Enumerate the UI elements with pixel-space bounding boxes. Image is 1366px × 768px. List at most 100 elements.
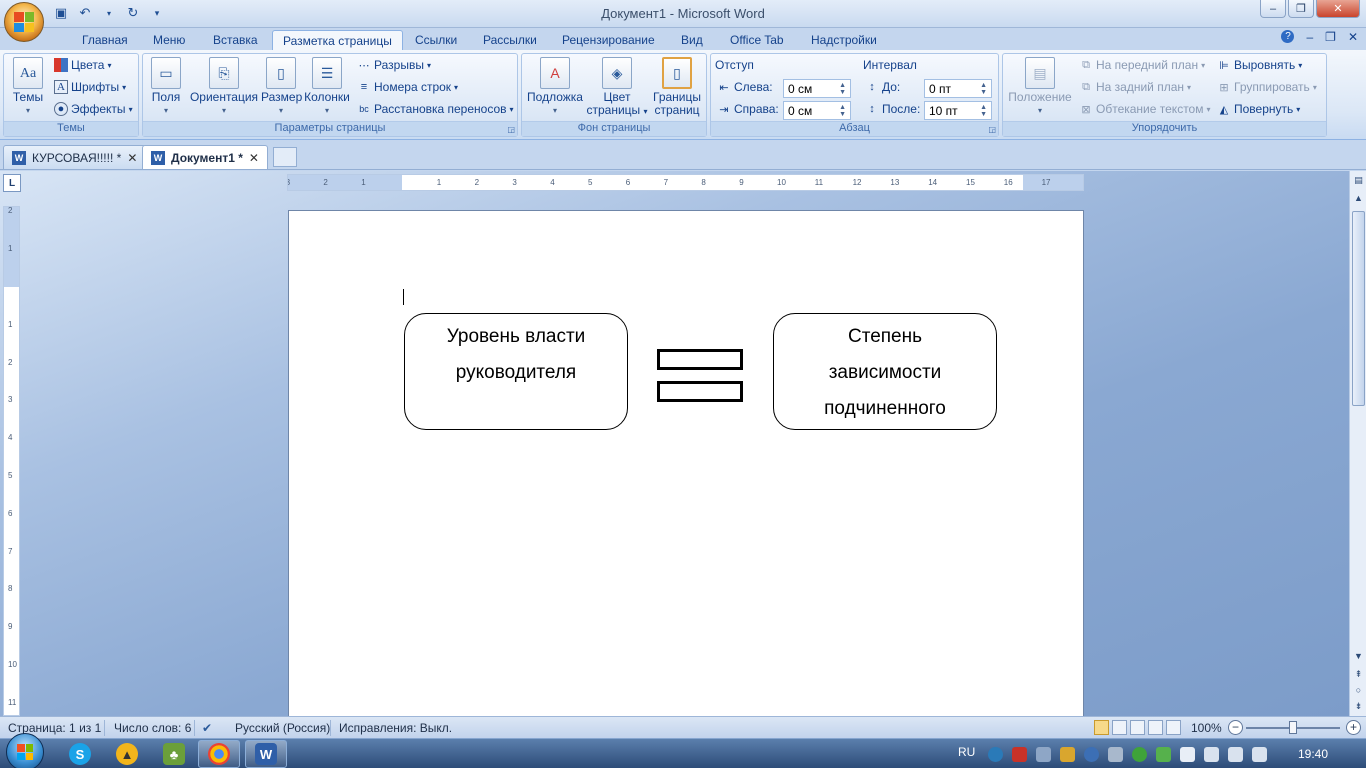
columns-button[interactable]: ☰ Колонки ▾ (303, 57, 351, 117)
dialog-launcher-icon[interactable]: ◲ (507, 125, 515, 134)
print-layout-view-icon[interactable] (1094, 720, 1109, 735)
theme-colors-button[interactable]: Цвета ▾ (54, 58, 111, 72)
skype-icon[interactable]: S (69, 743, 91, 765)
doc-tab-coursework[interactable]: W КУРСОВАЯ!!!!! * ✕ (3, 145, 147, 169)
tab-addins[interactable]: Надстройки (801, 30, 887, 50)
outline-view-icon[interactable] (1148, 720, 1163, 735)
text-wrap-button[interactable]: ⊠ Обтекание текстом ▾ (1079, 102, 1210, 116)
line-numbers-button[interactable]: ≡ Номера строк ▾ (357, 80, 458, 94)
breaks-button[interactable]: ⋯ Разрывы ▾ (357, 58, 431, 72)
tab-home[interactable]: Главная (72, 30, 138, 50)
prev-page-icon[interactable]: ⇞ (1351, 667, 1366, 682)
close-tab-icon[interactable]: ✕ (249, 151, 259, 165)
help-icon[interactable]: ? (1281, 30, 1295, 43)
doc-tab-document1[interactable]: W Документ1 * ✕ (142, 145, 268, 169)
vertical-scrollbar[interactable]: ▤ ▲ ▼ ⇞ ○ ⇟ (1349, 171, 1366, 716)
next-page-icon[interactable]: ⇟ (1351, 699, 1366, 714)
draft-view-icon[interactable] (1166, 720, 1181, 735)
right-shape-box[interactable]: Степень зависимости подчиненного (773, 313, 997, 430)
vertical-ruler[interactable]: 2 1 1 2 3 4 5 6 7 8 9 10 11 (3, 206, 20, 716)
page-color-button[interactable]: ◈ Цвет страницы ▾ (586, 57, 648, 118)
new-tab-button[interactable] (273, 147, 297, 167)
zoom-in-icon[interactable]: + (1346, 720, 1361, 735)
aimp-icon[interactable]: ▲ (116, 743, 138, 765)
taskbar-chrome[interactable] (198, 740, 240, 768)
equals-bar-top[interactable] (657, 349, 743, 370)
language-indicator[interactable]: RU (958, 745, 975, 759)
action-center-flag-icon[interactable] (1180, 747, 1195, 762)
select-browse-object-icon[interactable]: ○ (1351, 683, 1366, 698)
scroll-up-icon[interactable]: ▲ (1351, 191, 1366, 206)
ruler-toggle-icon[interactable]: ▤ (1351, 173, 1366, 188)
sync-icon[interactable] (1156, 747, 1171, 762)
tab-review[interactable]: Рецензирование (552, 30, 665, 50)
network-tool-icon[interactable] (1036, 747, 1051, 762)
speaker-tray-icon[interactable] (1060, 747, 1075, 762)
usb-icon[interactable] (1108, 747, 1123, 762)
size-button[interactable]: ▯ Размер ▾ (261, 57, 302, 117)
theme-effects-button[interactable]: ● Эффекты ▾ (54, 102, 133, 116)
scroll-down-icon[interactable]: ▼ (1351, 649, 1366, 664)
page-borders-button[interactable]: ▯ Границы страниц (650, 57, 704, 117)
equals-bar-bottom[interactable] (657, 381, 743, 402)
horizontal-ruler[interactable]: 3211234567891011121314151617 (287, 174, 1084, 191)
position-button[interactable]: ▤ Положение ▾ (1007, 57, 1073, 117)
doc-close-icon[interactable]: ✕ (1348, 30, 1358, 44)
send-back-button[interactable]: ⧉ На задний план ▾ (1079, 80, 1191, 94)
doc-minimize-icon[interactable]: – (1306, 30, 1313, 44)
rotate-button[interactable]: ◭ Повернуть ▾ (1217, 102, 1301, 116)
hyphenation-button[interactable]: bc Расстановка переносов ▾ (357, 102, 513, 116)
indent-left-input[interactable]: 0 см ▲ ▼ (783, 79, 851, 98)
signal-icon[interactable] (1228, 747, 1243, 762)
clock[interactable]: 19:40 (1298, 747, 1328, 761)
power-icon[interactable] (1204, 747, 1219, 762)
scroll-thumb[interactable] (1352, 211, 1365, 406)
left-shape-box[interactable]: Уровень власти руководителя (404, 313, 628, 430)
taskbar-word[interactable]: W (245, 740, 287, 768)
close-button[interactable]: ✕ (1316, 0, 1360, 18)
dialog-launcher-icon[interactable]: ◲ (988, 125, 996, 134)
spelling-check-icon[interactable]: ✔ (202, 721, 212, 735)
spacing-after-input[interactable]: 10 пт ▲ ▼ (924, 101, 992, 120)
spacing-before-input[interactable]: 0 пт ▲ ▼ (924, 79, 992, 98)
bring-front-button[interactable]: ⧉ На передний план ▾ (1079, 58, 1205, 72)
orientation-button[interactable]: ⎘ Ориентация ▾ (189, 57, 259, 117)
doc-restore-icon[interactable]: ❐ (1325, 30, 1336, 44)
status-word-count[interactable]: Число слов: 6 (114, 721, 191, 735)
margins-button[interactable]: ▭ Поля ▾ (149, 57, 183, 117)
themes-button[interactable]: Aa Темы ▾ (10, 57, 46, 117)
bluetooth-icon[interactable] (1084, 747, 1099, 762)
status-language[interactable]: Русский (Россия) (235, 721, 330, 735)
zoom-out-icon[interactable]: − (1228, 720, 1243, 735)
web-layout-view-icon[interactable] (1130, 720, 1145, 735)
align-button[interactable]: ⊫ Выровнять ▾ (1217, 58, 1302, 72)
full-screen-reading-view-icon[interactable] (1112, 720, 1127, 735)
tab-insert[interactable]: Вставка (203, 30, 268, 50)
spin-arrows-icon[interactable]: ▲ ▼ (980, 82, 987, 96)
tab-menu[interactable]: Меню (143, 30, 195, 50)
zoom-slider-thumb[interactable] (1289, 721, 1297, 734)
status-track-changes[interactable]: Исправления: Выкл. (339, 721, 452, 735)
office-button[interactable] (4, 2, 44, 42)
volume-icon[interactable] (1252, 747, 1267, 762)
indent-right-input[interactable]: 0 см ▲ ▼ (783, 101, 851, 120)
spin-arrows-icon[interactable]: ▲ ▼ (839, 104, 846, 118)
tab-references[interactable]: Ссылки (405, 30, 467, 50)
update-icon[interactable] (1132, 747, 1147, 762)
document-page[interactable]: Уровень власти руководителя Степень зави… (288, 210, 1084, 720)
tab-page-layout[interactable]: Разметка страницы (272, 30, 403, 50)
theme-fonts-button[interactable]: A Шрифты ▾ (54, 80, 126, 94)
watermark-button[interactable]: A Подложка ▾ (526, 57, 584, 117)
maximize-button[interactable]: ❐ (1288, 0, 1314, 18)
tab-office-tab[interactable]: Office Tab (720, 30, 794, 50)
antivirus-icon[interactable] (1012, 747, 1027, 762)
start-button[interactable] (6, 733, 44, 768)
tray-app-icon[interactable] (988, 747, 1003, 762)
zoom-level[interactable]: 100% (1191, 721, 1222, 735)
spin-arrows-icon[interactable]: ▲ ▼ (980, 104, 987, 118)
tab-stop-selector[interactable]: L (3, 174, 21, 192)
tab-mailings[interactable]: Рассылки (473, 30, 547, 50)
minimize-button[interactable]: ‒ (1260, 0, 1286, 18)
tab-view[interactable]: Вид (671, 30, 713, 50)
spin-arrows-icon[interactable]: ▲ ▼ (839, 82, 846, 96)
